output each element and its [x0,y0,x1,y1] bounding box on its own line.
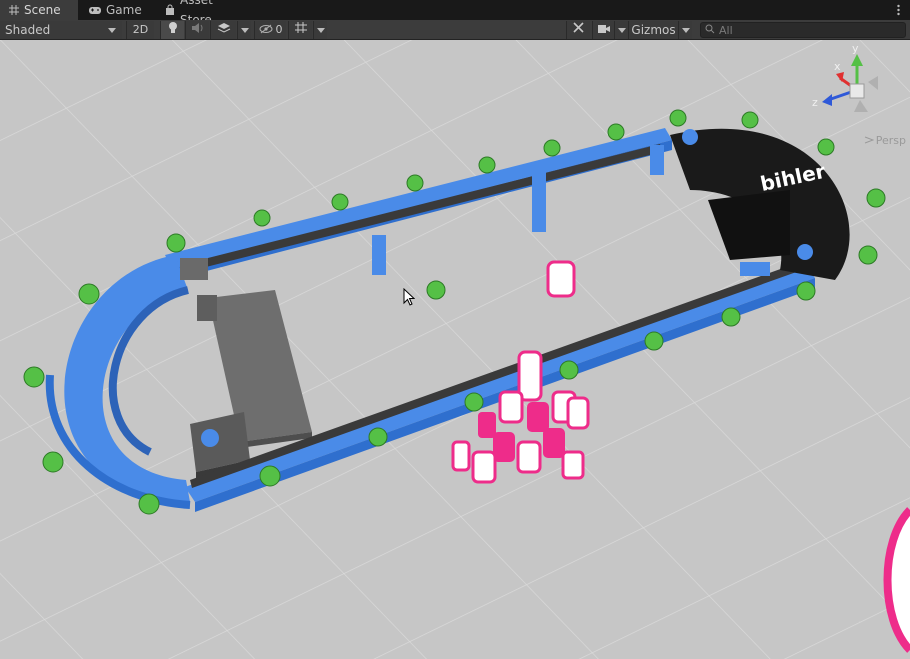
search-icon [705,24,715,37]
tab-asset-store[interactable]: Asset Store [156,0,252,27]
scene-toolbar: Shaded 2D 0 Gizmos All [0,20,910,40]
tab-game-label: Game [106,3,142,17]
gamepad-icon [88,4,102,16]
scene-viewport[interactable]: bihler y x z Persp [0,40,910,659]
grid-dropdown[interactable] [313,21,327,39]
window-tab-bar: Scene Game Asset Store [0,0,910,27]
chevron-down-icon [108,27,116,33]
chevron-down-icon [240,27,249,33]
chevron-down-icon [316,27,325,33]
projection-label: Persp [875,134,906,147]
shopping-bag-icon [164,4,176,16]
scene-3d-render: bihler [0,40,910,659]
search-placeholder: All [719,23,733,37]
tools-icon [572,21,585,39]
effects-toggle-button[interactable] [210,21,236,39]
hidden-objects-toggle[interactable]: 0 [254,21,286,39]
more-options-icon[interactable] [897,4,900,16]
axis-z-label: z [812,96,818,109]
tab-game[interactable]: Game [80,0,152,20]
tab-scene-label: Scene [24,3,61,17]
gizmos-label: Gizmos [631,23,676,37]
gizmos-button[interactable]: Gizmos [628,21,678,39]
toggle-2d-button[interactable]: 2D [126,21,154,39]
scene-search-input[interactable]: All [700,22,906,38]
chevron-down-icon [617,27,626,33]
projection-toggle[interactable]: Persp [864,134,906,147]
persp-icon [864,134,875,147]
axis-y-label: y [852,42,859,55]
effects-icon [217,21,231,39]
eye-slash-icon [259,21,273,39]
draw-mode-label: Shaded [5,23,51,37]
grid-snap-icon [294,21,308,39]
axis-x-label: x [834,60,841,73]
toggle-2d-label: 2D [132,23,149,36]
camera-dropdown[interactable] [614,21,628,39]
mouse-cursor-icon [403,287,416,309]
tab-scene[interactable]: Scene [0,0,78,20]
orientation-gizmo[interactable]: y x z [812,42,900,146]
tools-toggle-button[interactable] [566,21,590,39]
lightbulb-icon [167,21,179,39]
effects-dropdown[interactable] [237,21,251,39]
speaker-icon [191,21,204,39]
hidden-count: 0 [275,23,283,36]
ground-grid [0,40,910,659]
gizmos-dropdown[interactable] [678,21,692,39]
lighting-toggle-button[interactable] [160,21,184,39]
grid-icon [8,4,20,16]
grid-toggle-button[interactable] [288,21,312,39]
camera-icon [597,21,611,39]
audio-toggle-button[interactable] [185,21,209,39]
camera-settings-button[interactable] [592,21,614,39]
chevron-down-icon [681,27,690,33]
draw-mode-dropdown[interactable]: Shaded [0,21,122,39]
